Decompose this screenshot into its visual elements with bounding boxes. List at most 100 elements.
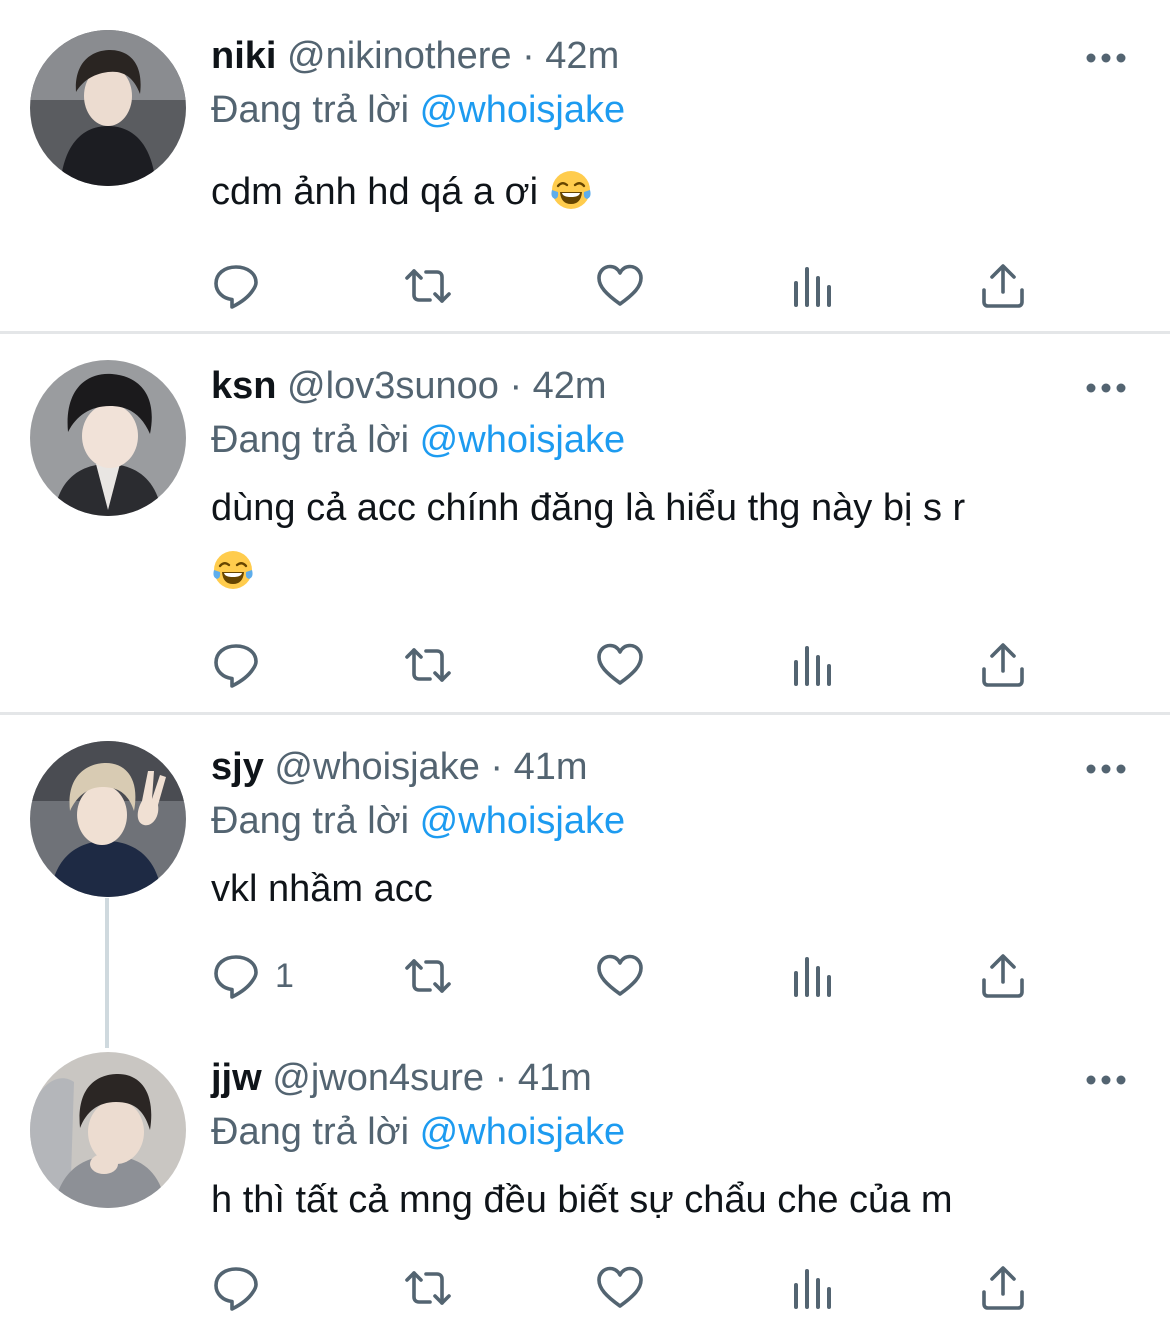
avatar-image: [30, 360, 186, 516]
replying-to: Đang trả lời @whoisjake: [211, 793, 625, 849]
avatar[interactable]: [30, 1052, 186, 1208]
reply-icon: [211, 261, 261, 311]
timestamp[interactable]: 42m: [545, 35, 619, 77]
analytics-icon: [787, 1263, 837, 1313]
avatar-image: [30, 741, 186, 897]
share-button[interactable]: [978, 946, 1028, 1006]
share-icon: [978, 1263, 1028, 1313]
tweet-text-content: vkl nhầm acc: [211, 868, 433, 910]
avatar[interactable]: [30, 360, 186, 516]
display-name[interactable]: jjw: [211, 1057, 262, 1099]
reply-button[interactable]: [211, 256, 261, 316]
like-button[interactable]: [595, 946, 645, 1006]
analytics-button[interactable]: [787, 946, 837, 1006]
analytics-icon: [787, 640, 837, 690]
more-icon[interactable]: [1084, 378, 1128, 398]
display-name[interactable]: sjy: [211, 746, 264, 788]
user-handle[interactable]: @lov3sunoo: [287, 365, 499, 407]
separator-dot: ·: [494, 1057, 508, 1099]
share-button[interactable]: [978, 635, 1028, 695]
separator-dot: ·: [490, 746, 504, 788]
replying-to-label: Đang trả lời: [211, 800, 410, 842]
replying-to-label: Đang trả lời: [211, 1111, 410, 1153]
tweet-text-content: dùng cả acc chính đăng là hiểu thg này b…: [211, 487, 966, 529]
retweet-button[interactable]: [403, 946, 453, 1006]
mention-link[interactable]: @whoisjake: [420, 419, 625, 461]
like-button[interactable]: [595, 1258, 645, 1318]
analytics-button[interactable]: [787, 256, 837, 316]
share-icon: [978, 951, 1028, 1001]
separator-dot: ·: [522, 35, 535, 77]
timestamp[interactable]: 42m: [533, 365, 607, 407]
reply-button[interactable]: 1: [211, 946, 294, 1006]
tweet-header: ksn @lov3sunoo · 42m: [211, 358, 607, 414]
analytics-icon: [787, 951, 837, 1001]
reply-icon: [211, 1263, 261, 1313]
mention-link[interactable]: @whoisjake: [420, 800, 625, 842]
like-icon: [595, 951, 645, 1001]
tweet-text-content: h thì tất cả mng đều biết sự chẩu che củ…: [211, 1179, 953, 1221]
more-icon[interactable]: [1084, 759, 1128, 779]
tweet-text-content: cdm ảnh hd qá a ơi: [211, 171, 539, 213]
replying-to-label: Đang trả lời: [211, 89, 410, 131]
retweet-button[interactable]: [403, 635, 453, 695]
like-button[interactable]: [595, 635, 645, 695]
avatar-image: [30, 1052, 186, 1208]
tweet-header: niki @nikinothere · 42m: [211, 28, 619, 84]
replying-to: Đang trả lời @whoisjake: [211, 82, 625, 138]
like-icon: [595, 261, 645, 311]
retweet-icon: [403, 1263, 453, 1313]
like-icon: [595, 1263, 645, 1313]
share-icon: [978, 261, 1028, 311]
retweet-icon: [403, 261, 453, 311]
thread-connector: [105, 898, 109, 1048]
action-bar: [211, 1258, 1051, 1318]
like-icon: [595, 640, 645, 690]
like-button[interactable]: [595, 256, 645, 316]
user-handle[interactable]: @jwon4sure: [272, 1057, 484, 1099]
avatar[interactable]: [30, 30, 186, 186]
divider: [0, 712, 1170, 715]
action-bar: [211, 635, 1051, 695]
analytics-button[interactable]: [787, 1258, 837, 1318]
replying-to: Đang trả lời @whoisjake: [211, 1104, 625, 1160]
avatar[interactable]: [30, 741, 186, 897]
separator-dot: ·: [509, 365, 523, 407]
display-name[interactable]: ksn: [211, 365, 276, 407]
share-button[interactable]: [978, 256, 1028, 316]
replying-to: Đang trả lời @whoisjake: [211, 412, 625, 468]
timestamp[interactable]: 41m: [518, 1057, 592, 1099]
mention-link[interactable]: @whoisjake: [420, 1111, 625, 1153]
tweet-header: jjw @jwon4sure · 41m: [211, 1050, 592, 1106]
retweet-icon: [403, 951, 453, 1001]
tweet-text: dùng cả acc chính đăng là hiểu thg này b…: [211, 476, 1111, 604]
action-bar: [211, 256, 1051, 316]
analytics-button[interactable]: [787, 635, 837, 695]
timestamp[interactable]: 41m: [514, 746, 588, 788]
retweet-icon: [403, 640, 453, 690]
reply-button[interactable]: [211, 1258, 261, 1318]
tweet-text: cdm ảnh hd qá a ơi: [211, 160, 1111, 224]
joy-emoji: [549, 168, 593, 212]
joy-emoji: [211, 548, 255, 592]
retweet-button[interactable]: [403, 1258, 453, 1318]
replying-to-label: Đang trả lời: [211, 419, 410, 461]
retweet-button[interactable]: [403, 256, 453, 316]
share-button[interactable]: [978, 1258, 1028, 1318]
reply-button[interactable]: [211, 635, 261, 695]
divider: [0, 331, 1170, 334]
action-bar: 1: [211, 946, 1051, 1006]
share-icon: [978, 640, 1028, 690]
display-name[interactable]: niki: [211, 35, 276, 77]
tweet-text: h thì tất cả mng đều biết sự chẩu che củ…: [211, 1168, 1111, 1232]
more-icon[interactable]: [1084, 48, 1128, 68]
user-handle[interactable]: @whoisjake: [274, 746, 479, 788]
reply-icon: [211, 951, 261, 1001]
tweet-text: vkl nhầm acc: [211, 857, 1111, 921]
mention-link[interactable]: @whoisjake: [420, 89, 625, 131]
avatar-image: [30, 30, 186, 186]
analytics-icon: [787, 261, 837, 311]
reply-icon: [211, 640, 261, 690]
more-icon[interactable]: [1084, 1070, 1128, 1090]
user-handle[interactable]: @nikinothere: [287, 35, 511, 77]
